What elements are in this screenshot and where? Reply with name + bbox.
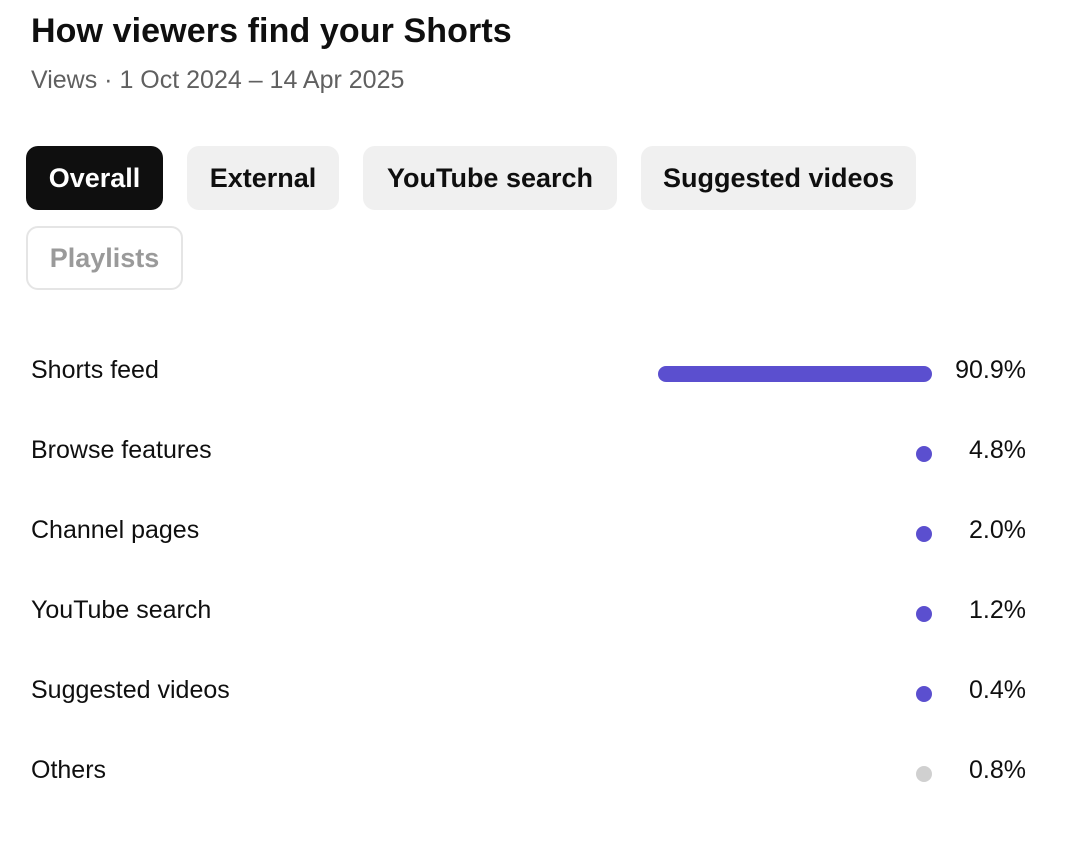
traffic-source-card: How viewers find your Shorts Views · 1 O… [0,0,1072,852]
traffic-source-row[interactable]: YouTube search 1.2% [0,574,1072,654]
traffic-source-row[interactable]: Channel pages 2.0% [0,494,1072,574]
traffic-source-row[interactable]: Browse features 4.8% [0,414,1072,494]
source-share-bar [916,766,932,782]
chip-playlists: Playlists [26,226,183,290]
source-percentage: 0.8% [969,756,1026,784]
traffic-source-row[interactable]: Shorts feed 90.9% [0,334,1072,414]
source-percentage: 0.4% [969,676,1026,704]
source-share-bar [916,446,932,462]
source-share-bar [916,526,932,542]
traffic-source-row[interactable]: Suggested videos 0.4% [0,654,1072,734]
source-label: Others [31,756,107,784]
source-label: YouTube search [31,596,212,624]
chip-youtube-search[interactable]: YouTube search [363,146,617,210]
chip-external[interactable]: External [187,146,339,210]
source-percentage: 90.9% [955,356,1026,384]
source-share-bar [916,686,932,702]
source-label: Browse features [31,436,212,464]
chip-overall[interactable]: Overall [26,146,163,210]
chip-suggested-videos[interactable]: Suggested videos [641,146,916,210]
source-share-bar [658,366,932,382]
source-percentage: 2.0% [969,516,1026,544]
source-label: Shorts feed [31,356,159,384]
source-label: Suggested videos [31,676,230,704]
source-label: Channel pages [31,516,200,544]
card-subtitle: Views · 1 Oct 2024 – 14 Apr 2025 [31,66,405,94]
source-percentage: 1.2% [969,596,1026,624]
traffic-source-row[interactable]: Others 0.8% [0,734,1072,814]
card-title: How viewers find your Shorts [31,12,512,50]
source-percentage: 4.8% [969,436,1026,464]
source-share-bar [916,606,932,622]
